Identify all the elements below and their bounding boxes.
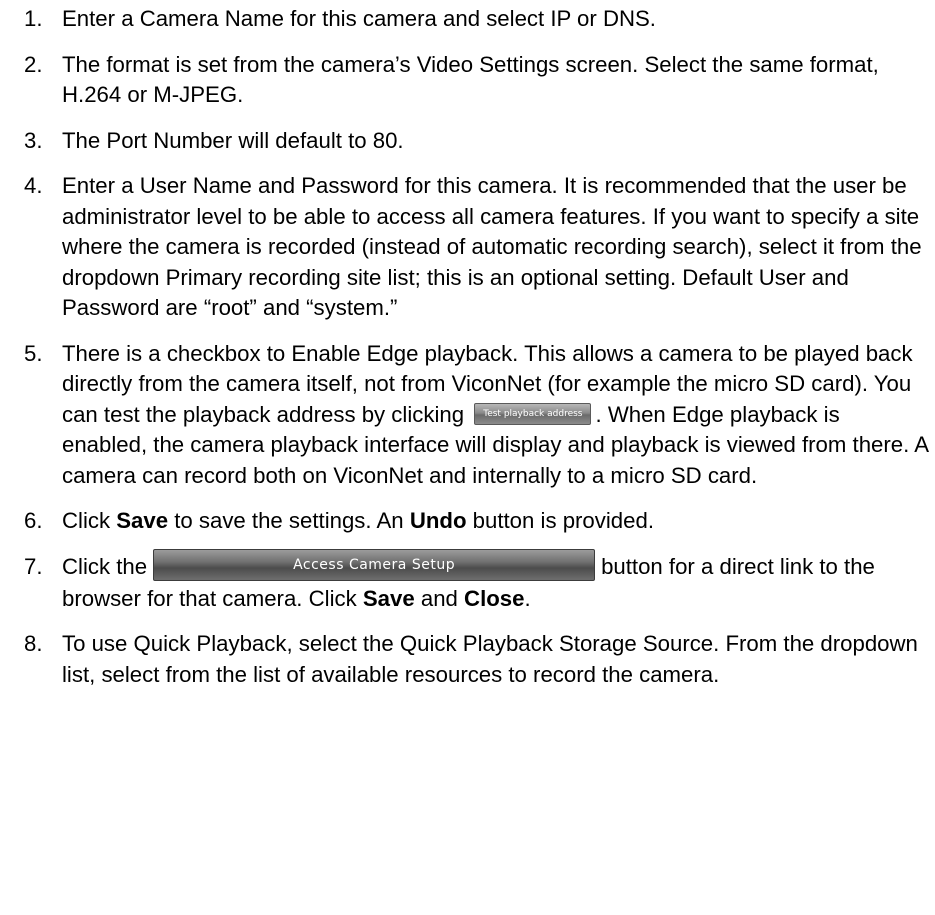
step-text-part: and	[414, 585, 465, 611]
step-number: 3.	[24, 127, 43, 153]
step-text-part: to save the settings. An	[168, 508, 410, 533]
step-number: 5.	[24, 340, 43, 366]
save-keyword: Save	[362, 585, 415, 611]
step-text-part: Click	[62, 508, 117, 533]
step-1: 1. Enter a Camera Name for this camera a…	[0, 4, 930, 35]
test-playback-address-button[interactable]: Test playback address	[474, 402, 592, 425]
step-number: 8.	[24, 631, 43, 657]
step-number: 1.	[24, 6, 43, 31]
step-4: 4. Enter a User Name and Password for th…	[0, 171, 930, 324]
step-number: 2.	[24, 51, 43, 77]
undo-keyword: Undo	[409, 508, 467, 533]
step-text: The Port Number will default to 80.	[62, 127, 404, 153]
step-number: 6.	[24, 508, 43, 533]
step-8: 8. To use Quick Playback, select the Qui…	[0, 629, 930, 690]
step-3: 3. The Port Number will default to 80.	[0, 126, 930, 157]
access-camera-setup-button[interactable]: Access Camera Setup	[153, 548, 596, 581]
step-text-part: button is provided.	[466, 508, 654, 533]
step-number: 7.	[24, 553, 43, 579]
step-text: The format is set from the camera’s Vide…	[62, 51, 879, 108]
step-5: 5. There is a checkbox to Enable Edge pl…	[0, 339, 930, 492]
close-keyword: Close	[464, 585, 525, 611]
step-6: 6. Click Save to save the settings. An U…	[0, 506, 930, 537]
step-2: 2. The format is set from the camera’s V…	[0, 50, 930, 111]
step-text: Enter a User Name and Password for this …	[62, 173, 922, 320]
step-number: 4.	[24, 173, 43, 198]
step-text: To use Quick Playback, select the Quick …	[62, 631, 918, 687]
step-text-part: .	[524, 585, 531, 611]
save-keyword: Save	[116, 508, 169, 533]
step-7: 7. Click the Access Camera Setup button fo…	[0, 548, 930, 615]
step-text-part: Click the	[62, 553, 148, 579]
instruction-list: 1. Enter a Camera Name for this camera a…	[0, 4, 930, 704]
step-text: Enter a Camera Name for this camera and …	[62, 6, 656, 31]
